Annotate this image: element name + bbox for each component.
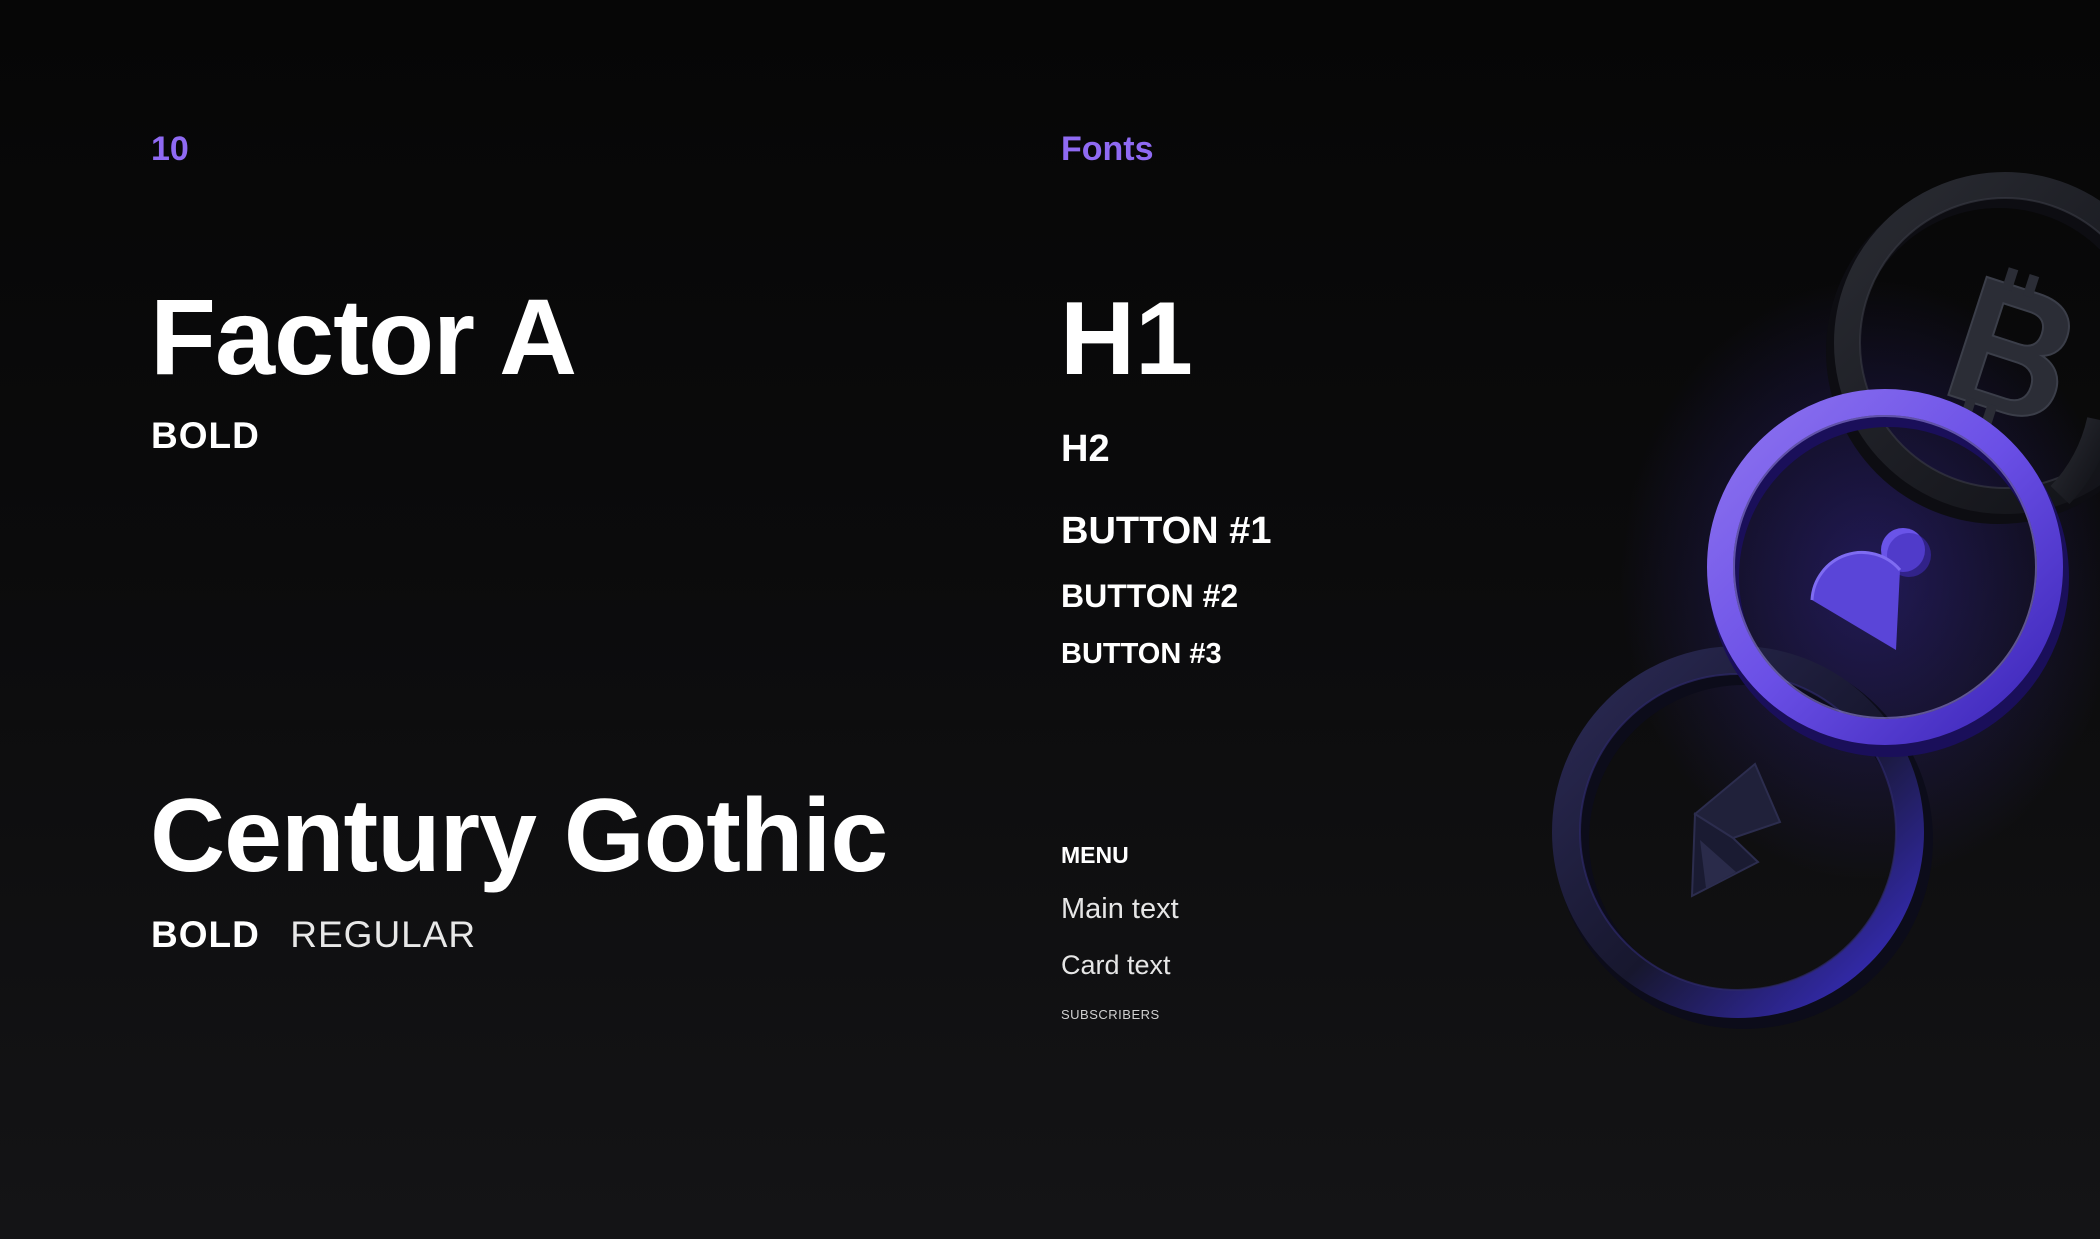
style-sample-subscribers: SUBSCRIBERS	[1061, 1007, 1160, 1022]
section-title: Fonts	[1061, 130, 1154, 168]
page-number: 10	[151, 130, 189, 168]
typeface-name-factor-a: Factor A	[150, 276, 577, 397]
style-sample-h1: H1	[1060, 281, 1193, 397]
style-sample-button-2: BUTTON #2	[1061, 578, 1239, 614]
typeface-weight-bold: BOLD	[151, 415, 260, 456]
style-sample-card-text: Card text	[1061, 950, 1171, 980]
crypto-coins-illustration	[1552, 172, 2100, 1029]
style-sample-main-text: Main text	[1061, 893, 1179, 925]
typeface-weights: BOLD REGULAR	[151, 914, 476, 956]
fonts-page: 10 Fonts Factor A BOLD Century Gothic BO…	[0, 0, 2100, 1239]
style-sample-menu: MENU	[1061, 842, 1129, 868]
typeface-name-century-gothic: Century Gothic	[150, 778, 888, 894]
style-sample-button-3: BUTTON #3	[1061, 638, 1222, 670]
style-sample-h2: H2	[1061, 428, 1110, 470]
style-sample-button-1: BUTTON #1	[1061, 510, 1272, 552]
typeface-weight-regular: REGULAR	[290, 914, 477, 955]
typeface-weight-bold: BOLD	[151, 914, 260, 955]
